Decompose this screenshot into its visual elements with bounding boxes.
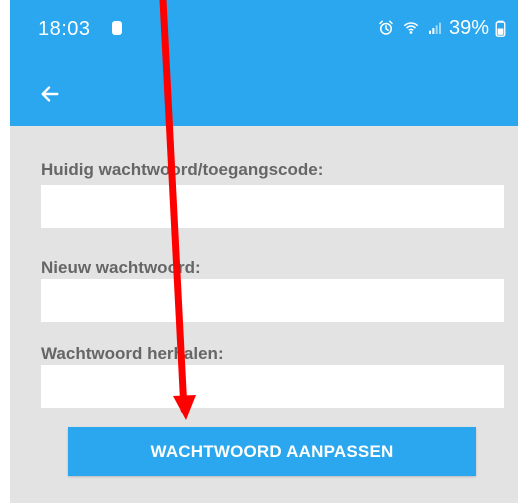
back-button[interactable] bbox=[28, 72, 72, 116]
battery-percentage: 39% bbox=[448, 16, 489, 39]
battery-icon bbox=[495, 20, 506, 37]
new-password-input[interactable] bbox=[41, 279, 504, 322]
status-time: 18:03 bbox=[38, 18, 91, 40]
phone-screen: 18:03 39% Huidig wachtwoord/toegangscode… bbox=[10, 0, 518, 503]
new-password-label: Nieuw wachtwoord: bbox=[41, 258, 201, 277]
repeat-password-input[interactable] bbox=[41, 365, 504, 408]
app-toolbar bbox=[10, 60, 518, 126]
repeat-password-label: Wachtwoord herhalen: bbox=[41, 344, 224, 363]
wifi-icon bbox=[403, 22, 419, 34]
arrow-left-icon bbox=[41, 86, 59, 102]
signal-icon bbox=[428, 22, 441, 34]
status-bar: 18:03 39% bbox=[10, 0, 518, 60]
current-password-input[interactable] bbox=[41, 185, 504, 228]
alarm-icon bbox=[379, 20, 393, 35]
battery-saver-icon bbox=[112, 21, 122, 35]
current-password-label: Huidig wachtwoord/toegangscode: bbox=[41, 160, 324, 179]
status-right-cluster: 39% bbox=[377, 16, 506, 40]
change-password-button[interactable]: WACHTWOORD AANPASSEN bbox=[68, 427, 476, 476]
